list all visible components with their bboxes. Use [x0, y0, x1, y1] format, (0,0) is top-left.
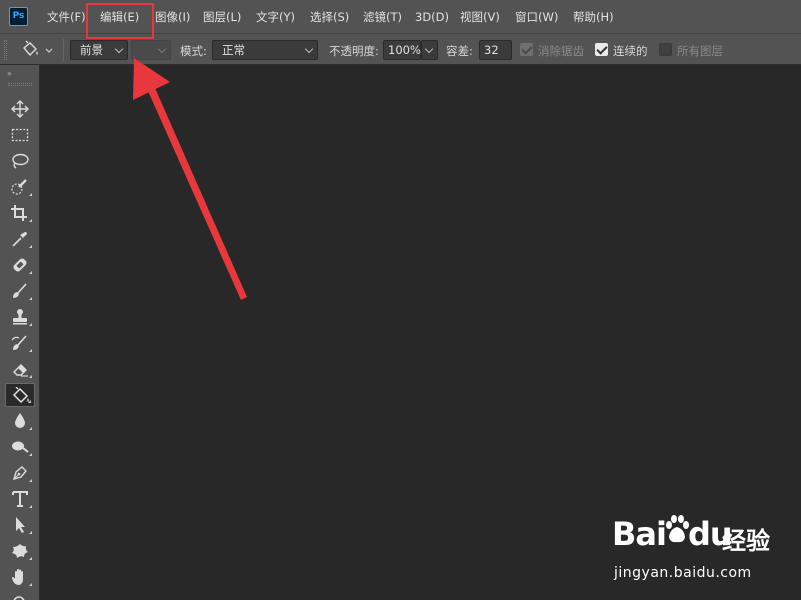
photoshop-logo-icon[interactable]: Ps [9, 7, 28, 26]
blur-tool[interactable] [5, 409, 35, 433]
lasso-tool[interactable] [5, 149, 35, 173]
contiguous-checkbox[interactable] [595, 43, 608, 56]
marquee-tool[interactable] [5, 123, 35, 147]
mode-label: 模式: [180, 44, 207, 58]
flyout-indicator-icon [29, 349, 32, 352]
all-layers-label: 所有图层 [677, 44, 723, 58]
menu-bar: Ps 文件(F) 编辑(E) 图像(I) 图层(L) 文字(Y) 选择(S) 滤… [0, 0, 801, 33]
arrow-cursor-icon [16, 517, 25, 533]
flyout-indicator-icon [29, 479, 32, 482]
type-tool[interactable] [5, 487, 35, 511]
flyout-indicator-icon [29, 583, 32, 586]
chevron-down-icon [157, 44, 167, 54]
zoom-tool[interactable] [5, 591, 35, 600]
flyout-indicator-icon [29, 323, 32, 326]
flyout-indicator-icon [29, 245, 32, 248]
pen-icon [12, 466, 27, 481]
dodge-tool[interactable] [5, 435, 35, 459]
chevron-down-icon [424, 44, 434, 54]
rectangular-marquee-icon [11, 128, 29, 142]
anti-alias-checkbox[interactable] [520, 43, 533, 56]
menu-layer[interactable]: 图层(L) [203, 9, 241, 25]
pen-tool[interactable] [5, 461, 35, 485]
chevron-down-icon [304, 44, 314, 54]
dodge-icon [12, 441, 29, 453]
eyedropper-icon [12, 232, 27, 247]
menu-file[interactable]: 文件(F) [47, 9, 86, 25]
custom-shape-icon [12, 544, 28, 558]
flyout-indicator-icon [29, 219, 32, 222]
options-bar: 前景 模式: 正常 不透明度: 100% 容差: 32 消除锯齿 连续的 所有图… [0, 33, 801, 65]
move-icon [11, 100, 29, 118]
tolerance-label: 容差: [446, 44, 473, 58]
menu-filter[interactable]: 滤镜(T) [363, 9, 402, 25]
fill-source-value: 前景 [80, 43, 103, 57]
tools-panel-grip[interactable] [8, 83, 32, 86]
document-canvas-area[interactable] [41, 65, 801, 600]
quick-selection-icon [11, 179, 27, 195]
custom-shape-tool[interactable] [5, 539, 35, 563]
options-bar-grip[interactable] [4, 40, 7, 60]
zoom-icon [13, 596, 25, 600]
healing-brush-tool[interactable] [5, 253, 35, 277]
tolerance-input[interactable]: 32 [479, 40, 512, 60]
flyout-indicator-icon [29, 427, 32, 430]
crop-icon [11, 205, 27, 221]
hand-icon [12, 569, 23, 585]
history-brush-tool[interactable] [5, 331, 35, 355]
flyout-indicator-icon [28, 400, 31, 403]
paint-bucket-tool[interactable] [5, 383, 35, 407]
flyout-indicator-icon [29, 193, 32, 196]
paint-bucket-icon [23, 40, 53, 57]
flyout-indicator-icon [29, 505, 32, 508]
menu-edit[interactable]: 编辑(E) [100, 9, 139, 25]
brush-icon [13, 283, 27, 298]
menu-help[interactable]: 帮助(H) [573, 9, 614, 25]
history-brush-icon [11, 335, 27, 350]
menu-3d[interactable]: 3D(D) [415, 9, 449, 25]
move-tool[interactable] [5, 97, 35, 121]
fill-source-select[interactable]: 前景 [70, 40, 128, 60]
contiguous-label: 连续的 [613, 44, 648, 58]
flyout-indicator-icon [29, 297, 32, 300]
anti-alias-label: 消除锯齿 [538, 44, 584, 58]
stamp-icon [13, 309, 27, 325]
tool-preset-picker[interactable] [19, 40, 59, 60]
menu-image[interactable]: 图像(I) [155, 9, 190, 25]
blend-mode-select[interactable]: 正常 [212, 40, 318, 60]
all-layers-checkbox[interactable] [659, 43, 672, 56]
brush-tool[interactable] [5, 279, 35, 303]
water-drop-icon [15, 413, 25, 428]
opacity-input[interactable]: 100% [383, 40, 421, 60]
path-selection-tool[interactable] [5, 513, 35, 537]
tools-panel: » [0, 65, 40, 600]
blend-mode-value: 正常 [222, 43, 245, 57]
chevron-down-icon [114, 44, 124, 54]
menu-window[interactable]: 窗口(W) [515, 9, 558, 25]
crop-tool[interactable] [5, 201, 35, 225]
eyedropper-tool[interactable] [5, 227, 35, 251]
flyout-indicator-icon [29, 453, 32, 456]
hand-tool[interactable] [5, 565, 35, 589]
collapse-panel-icon[interactable]: » [7, 69, 12, 78]
flyout-indicator-icon [29, 557, 32, 560]
lasso-icon [12, 153, 29, 169]
bandage-icon [13, 258, 27, 272]
flyout-indicator-icon [29, 271, 32, 274]
flyout-indicator-icon [29, 375, 32, 378]
options-separator [63, 39, 64, 61]
eraser-icon [13, 364, 28, 377]
quick-selection-tool[interactable] [5, 175, 35, 199]
eraser-tool[interactable] [5, 357, 35, 381]
flyout-indicator-icon [29, 531, 32, 534]
opacity-label: 不透明度: [329, 44, 379, 58]
menu-type[interactable]: 文字(Y) [256, 9, 295, 25]
opacity-slider-toggle[interactable] [421, 40, 438, 60]
pattern-picker[interactable] [131, 40, 171, 60]
type-icon [12, 491, 28, 507]
menu-select[interactable]: 选择(S) [310, 9, 349, 25]
menu-view[interactable]: 视图(V) [460, 9, 500, 25]
clone-stamp-tool[interactable] [5, 305, 35, 329]
